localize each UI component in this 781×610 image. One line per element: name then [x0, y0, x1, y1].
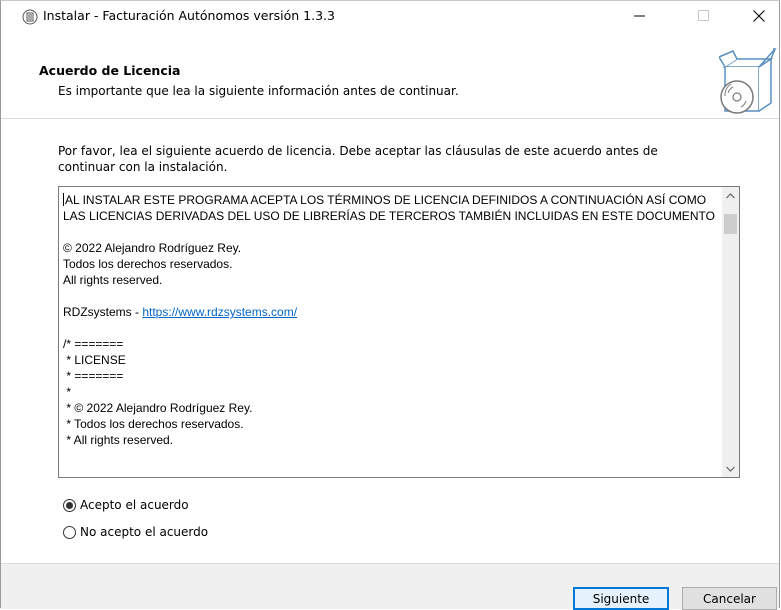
minimize-button[interactable] — [617, 1, 663, 31]
radio-selected-dot — [66, 501, 73, 509]
scroll-up-button[interactable] — [722, 187, 739, 204]
license-intro-text: Por favor, lea el siguiente acuerdo de l… — [58, 144, 658, 174]
license-website-link[interactable]: https://www.rdzsystems.com/ — [142, 305, 297, 319]
setup-box-cd-icon — [717, 47, 777, 115]
decline-label[interactable]: No acepto el acuerdo — [80, 525, 208, 539]
page-title: Acuerdo de Licencia — [39, 63, 181, 78]
chevron-up-icon — [726, 192, 735, 198]
chevron-down-icon — [726, 466, 735, 472]
maximize-button — [681, 1, 727, 31]
close-icon — [753, 10, 765, 22]
window-title: Instalar - Facturación Autónomos versión… — [43, 8, 335, 23]
accept-label[interactable]: Acepto el acuerdo — [80, 498, 189, 512]
wizard-header: Acuerdo de Licencia Es importante que le… — [1, 31, 779, 118]
license-scrollbar[interactable] — [722, 187, 739, 477]
accept-radio-button[interactable] — [63, 498, 76, 512]
license-text-part-2: /* ======= * LICENSE * ======= * * © 202… — [63, 337, 253, 447]
installer-app-icon — [22, 9, 38, 25]
license-text-part-1: AL INSTALAR ESTE PROGRAMA ACEPTA LOS TÉR… — [63, 193, 715, 319]
title-bar[interactable]: Instalar - Facturación Autónomos versión… — [1, 1, 779, 31]
license-text-box[interactable]: AL INSTALAR ESTE PROGRAMA ACEPTA LOS TÉR… — [58, 186, 740, 478]
installer-window: Instalar - Facturación Autónomos versión… — [0, 0, 780, 610]
page-subtitle: Es importante que lea la siguiente infor… — [58, 84, 459, 98]
license-text[interactable]: AL INSTALAR ESTE PROGRAMA ACEPTA LOS TÉR… — [63, 192, 715, 448]
scroll-thumb[interactable] — [724, 214, 737, 234]
header-divider — [1, 118, 779, 119]
minimize-icon — [634, 15, 645, 17]
cancel-button[interactable]: Cancelar — [682, 587, 777, 610]
close-button[interactable] — [736, 1, 781, 31]
decline-radio-button[interactable] — [63, 525, 76, 539]
text-cursor — [63, 193, 64, 206]
next-button[interactable]: Siguiente — [573, 587, 669, 610]
decline-radio-option[interactable]: No acepto el acuerdo — [63, 525, 208, 539]
accept-radio-option[interactable]: Acepto el acuerdo — [63, 498, 189, 512]
maximize-icon — [698, 10, 709, 21]
scroll-down-button[interactable] — [722, 460, 739, 477]
